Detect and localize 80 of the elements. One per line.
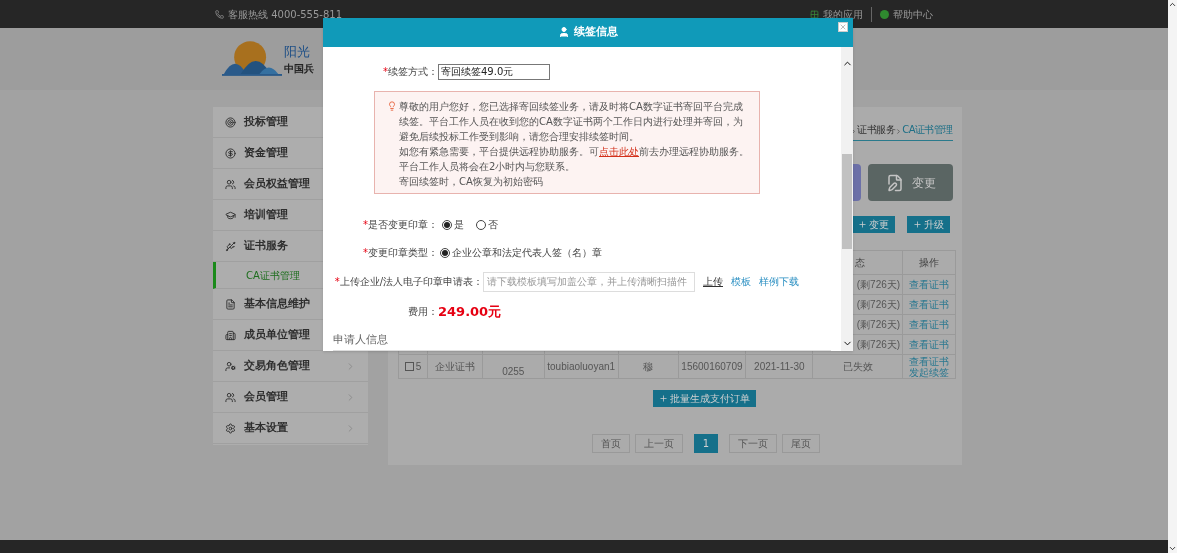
apps-icon [810,9,819,19]
upload-field[interactable]: 请下载模板填写加盖公章，并上传清晰扫描件 [483,271,695,292]
table-cell-text: (剩726天) [856,338,901,352]
brand-subtitle: 中国兵 [284,62,314,77]
row-checkbox[interactable] [404,362,414,371]
table-cell-text: toubiaoluoyan1 [547,360,616,374]
column-header: 态 [855,256,866,270]
menu-icon [225,391,236,403]
sidebar-item[interactable]: 会员管理 [213,382,368,413]
page-button[interactable]: 尾页 [782,434,821,453]
field-label: 费用： [407,305,438,319]
batch-order-button[interactable]: 批量生成支付订单 [652,390,756,407]
notice-text: 寄回续签时，CA恢复为初始密码 [399,174,544,189]
renew-method-field[interactable]: 寄回续签49.0元 [438,63,550,80]
plus-icon [913,219,922,229]
required-mark: * [334,276,340,287]
table-cell: 0255 [502,366,525,378]
table-cell-text: 15600160709 [681,360,743,374]
page-button[interactable]: 1 [693,434,719,453]
table-cell-text: 5 [415,360,422,374]
page-scrollbar[interactable] [1168,0,1177,553]
remote-help-link[interactable]: 点击此处 [599,145,639,157]
edit-document-icon [885,173,904,192]
field-label: 变更印章类型： [368,247,438,258]
scroll-down-icon[interactable] [1168,544,1177,553]
upload-link[interactable]: 上传 [703,274,723,289]
radio-option[interactable]: 否 [476,217,498,232]
upload-link[interactable]: 模板 [731,274,751,289]
menu-icon [225,329,236,341]
radio-option[interactable]: 企业公章和法定代表人签（名）章 [440,245,602,260]
table-cell-text: 已失效 [842,360,873,374]
chevron-icon [850,128,858,135]
required-mark: * [383,66,388,77]
chevron-icon [895,128,903,135]
help-icon [880,9,889,19]
table-cell-text: 企业证书 [434,360,475,374]
dialog-title: 续签信息 [574,24,618,40]
menu-icon [225,240,236,252]
close-button[interactable] [838,22,848,32]
table-cell-text: 2021-11-30 [754,360,805,374]
toolbar-button[interactable]: 升级 [907,215,950,233]
field-label: 续签方式： [388,66,438,77]
menu-icon [225,422,236,434]
required-mark: * [363,219,368,230]
table-cell-text: 穆 [643,360,654,374]
table-cell-text: (剩726天) [856,278,901,292]
lightbulb-icon [387,100,397,111]
required-mark: * [363,247,368,258]
phone-icon [215,9,224,19]
breadcrumb-link[interactable]: 证书服务 [857,122,896,137]
plus-icon [858,219,867,229]
notice-text: 如您有紧急需要，平台提供远程协助服务。可点击此处前去办理远程协助服务。平台工作人员将会在2小时内与您联系。 [399,144,749,174]
brand-name: 阳光 [284,42,311,61]
sidebar-item[interactable]: 基本设置 [213,413,368,444]
menu-icon [225,360,236,372]
plus-icon [658,394,668,403]
menu-icon [225,116,236,128]
radio-option[interactable]: 是 [442,217,464,232]
table-cell-text: (剩726天) [856,318,901,332]
menu-icon [225,178,236,190]
menu-icon [225,298,236,310]
table-cell-text: (剩726天) [856,298,901,312]
field-label: 是否变更印章： [368,219,438,230]
hotline-text: 客服热线 4000-555-811 [228,7,343,22]
notice-text: 尊敬的用户您好，您已选择寄回续签业务，请及时将CA数字证书寄回平台完成续签。平台工作人员在收到您的CA数字证书两个工作日内进行处理并寄回，为避免后续投标工作受到影响，请您合理安排续签时间。 [399,99,744,144]
scroll-thumb[interactable] [842,153,852,249]
action-card[interactable]: 变更 [868,164,953,201]
menu-icon [225,209,236,221]
scroll-up-icon[interactable] [1168,0,1177,9]
user-icon [558,26,570,39]
toolbar-button[interactable]: 变更 [852,215,895,233]
breadcrumb-link[interactable]: CA证书管理 [902,122,953,137]
top-link[interactable]: 帮助中心 [893,6,933,22]
fee-amount: 249.00元 [438,302,502,321]
sidebar-item[interactable]: 交易角色管理 [213,351,368,382]
page-button[interactable]: 首页 [591,434,630,453]
dialog-scrollbar[interactable] [841,46,853,351]
upload-link[interactable]: 样例下载 [759,274,799,289]
column-header: 操作 [919,256,940,270]
menu-icon [225,147,236,159]
